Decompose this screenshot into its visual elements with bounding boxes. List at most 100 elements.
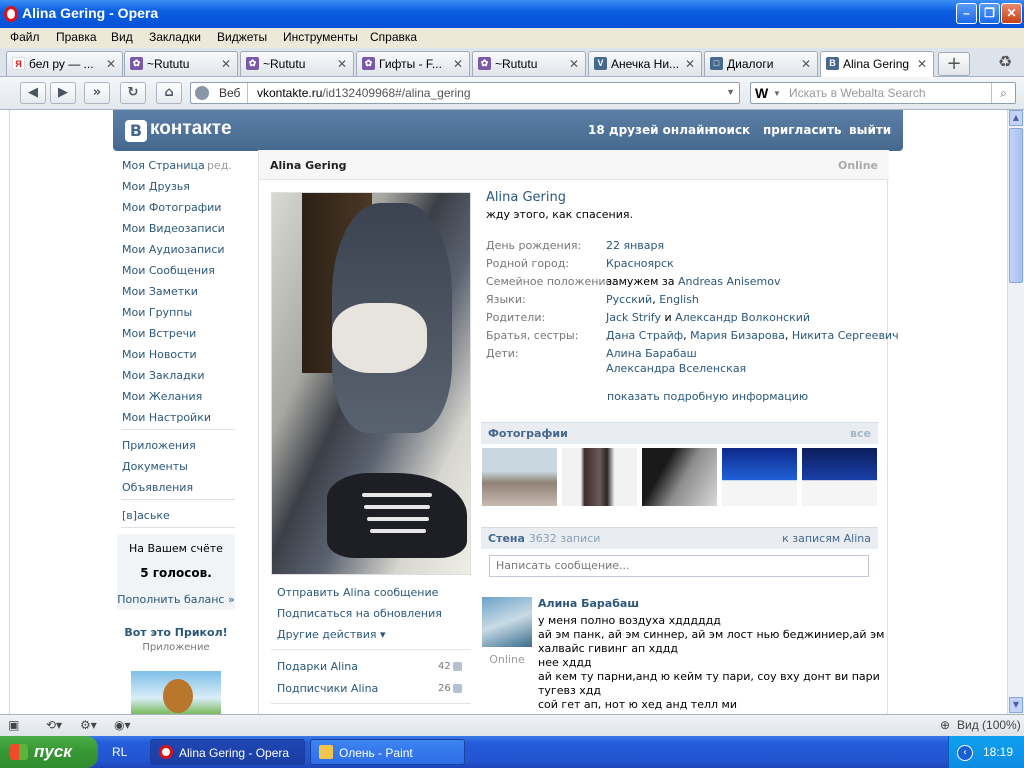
tab-close-icon[interactable]: ✕	[917, 57, 927, 71]
webalta-icon[interactable]: W	[755, 85, 768, 101]
parent-2[interactable]: Александр Волконский	[675, 311, 810, 324]
vertical-scrollbar[interactable]: ▲ ▼	[1007, 110, 1024, 714]
sync-icon[interactable]: ⟲▾	[46, 718, 62, 732]
language-russian[interactable]: Русский	[606, 293, 652, 306]
menu-edit-link[interactable]: ред.	[207, 159, 232, 172]
menu-my-messages[interactable]: Мои Сообщения	[122, 264, 215, 277]
trash-icon[interactable]: ♻	[994, 52, 1016, 74]
photo-thumb[interactable]	[802, 448, 877, 506]
sibling-2[interactable]: Мария Бизарова	[690, 329, 785, 342]
menu-tools[interactable]: Инструменты	[283, 30, 358, 44]
start-button[interactable]: пуск	[0, 736, 98, 768]
profile-status[interactable]: жду этого, как спасения.	[486, 208, 633, 221]
vk-logo-icon[interactable]: B	[125, 120, 147, 142]
sibling-3[interactable]: Никита Сергеевич	[792, 329, 899, 342]
menu-widgets[interactable]: Виджеты	[217, 30, 267, 44]
tab-close-icon[interactable]: ✕	[453, 57, 463, 71]
taskbar-item-paint[interactable]: Олень - Paint	[310, 739, 465, 765]
scroll-up-icon[interactable]: ▲	[1009, 110, 1023, 126]
menu-my-photos[interactable]: Мои Фотографии	[122, 201, 221, 214]
photo-thumb[interactable]	[642, 448, 717, 506]
photos-title[interactable]: Фотографии	[488, 427, 568, 440]
menu-view[interactable]: Вид	[111, 30, 133, 44]
info-child-1[interactable]: Алина Барабаш	[606, 347, 697, 360]
menu-my-bookmarks[interactable]: Мои Закладки	[122, 369, 204, 382]
zoom-level[interactable]: Вид (100%)	[957, 718, 1021, 732]
subscribe-link[interactable]: Подписаться на обновления	[277, 607, 442, 620]
address-field[interactable]: Веб vkontakte.ru/id132409968#/alina_geri…	[190, 82, 740, 104]
menu-file[interactable]: Файл	[10, 30, 40, 44]
tab-close-icon[interactable]: ✕	[106, 57, 116, 71]
tab-5[interactable]: ✿ ~Rututu ✕	[472, 51, 586, 76]
fast-forward-button[interactable]: »	[84, 82, 110, 104]
invite-link[interactable]: пригласить	[763, 123, 842, 137]
taskbar-item-opera[interactable]: Alina Gering - Opera	[150, 739, 305, 765]
scroll-down-icon[interactable]: ▼	[1009, 697, 1023, 713]
menu-my-audio[interactable]: Мои Аудиозаписи	[122, 243, 225, 256]
minimize-button[interactable]: –	[956, 3, 977, 24]
tab-close-icon[interactable]: ✕	[685, 57, 695, 71]
menu-vaske[interactable]: [в]аське	[122, 509, 170, 522]
tab-7[interactable]: □ Диалоги ✕	[704, 51, 818, 76]
back-button[interactable]: ◀	[20, 82, 46, 104]
tray-arrow-icon[interactable]: ‹	[957, 745, 973, 761]
search-link[interactable]: поиск	[710, 123, 750, 137]
menu-my-page[interactable]: Моя Страница	[122, 159, 205, 172]
tab-close-icon[interactable]: ✕	[801, 57, 811, 71]
info-hometown[interactable]: Красноярск	[606, 257, 674, 270]
profile-photo[interactable]	[271, 192, 471, 575]
menu-my-friends[interactable]: Мои Друзья	[122, 180, 190, 193]
tab-8-active[interactable]: B Alina Gering ✕	[820, 51, 934, 77]
tab-2[interactable]: ✿ ~Rututu ✕	[124, 51, 238, 76]
menu-my-settings[interactable]: Мои Настройки	[122, 411, 211, 424]
tab-close-icon[interactable]: ✕	[221, 57, 231, 71]
scrollbar-thumb[interactable]	[1009, 128, 1023, 283]
maximize-button[interactable]: ❐	[979, 3, 1000, 24]
engine-dropdown-icon[interactable]: ▼	[773, 89, 781, 98]
logout-link[interactable]: выйти	[849, 123, 891, 137]
post-avatar[interactable]	[482, 597, 532, 647]
forward-button[interactable]: ▶	[50, 82, 76, 104]
panel-toggle-icon[interactable]: ▣	[8, 718, 19, 732]
menu-my-groups[interactable]: Мои Группы	[122, 306, 192, 319]
post-author[interactable]: Алина Барабаш	[538, 597, 639, 610]
unite-icon[interactable]: ⚙▾	[80, 718, 97, 732]
menu-my-wishes[interactable]: Мои Желания	[122, 390, 202, 403]
photos-all-link[interactable]: все	[850, 427, 871, 440]
menu-help[interactable]: Справка	[370, 30, 417, 44]
menu-bookmarks[interactable]: Закладки	[149, 30, 201, 44]
menu-my-events[interactable]: Мои Встречи	[122, 327, 196, 340]
show-more-info-link[interactable]: показать подробную информацию	[607, 390, 808, 403]
reload-button[interactable]: ↻	[120, 82, 146, 104]
top-up-link[interactable]: Пополнить баланс »	[117, 593, 235, 606]
photo-thumb[interactable]	[482, 448, 557, 506]
promo-image[interactable]	[131, 671, 221, 714]
menu-edit[interactable]: Правка	[56, 30, 97, 44]
menu-applications[interactable]: Приложения	[122, 439, 196, 452]
friends-online-link[interactable]: 18 друзей онлайн	[588, 123, 713, 137]
vk-logo-text[interactable]: контакте	[150, 118, 232, 140]
language-indicator[interactable]: RL	[112, 745, 127, 759]
photo-thumb[interactable]	[722, 448, 797, 506]
tab-1[interactable]: Я бел ру — ... ✕	[6, 51, 123, 76]
language-english[interactable]: English	[659, 293, 699, 306]
tab-6[interactable]: V Анечка Ни... ✕	[588, 51, 702, 76]
tab-close-icon[interactable]: ✕	[337, 57, 347, 71]
wall-records-link[interactable]: к записям Alina	[782, 532, 871, 545]
info-child-2[interactable]: Александра Вселенская	[606, 362, 746, 375]
chevron-down-icon[interactable]: ▼	[726, 87, 735, 97]
menu-documents[interactable]: Документы	[122, 460, 188, 473]
home-button[interactable]: ⌂	[156, 82, 182, 104]
other-actions-link[interactable]: Другие действия ▾	[277, 628, 386, 641]
info-birthday[interactable]: 22 января	[606, 239, 664, 252]
address-url[interactable]: vkontakte.ru/id132409968#/alina_gering	[257, 86, 471, 100]
tab-3[interactable]: ✿ ~Rututu ✕	[240, 51, 354, 76]
close-button[interactable]: ✕	[1001, 3, 1022, 24]
send-message-link[interactable]: Отправить Alina сообщение	[277, 586, 438, 599]
menu-ads[interactable]: Объявления	[122, 481, 193, 494]
new-tab-button[interactable]: +	[938, 52, 970, 76]
gifts-link[interactable]: Подарки Alina	[277, 660, 358, 673]
wall-title-text[interactable]: Стена	[488, 532, 525, 545]
tab-close-icon[interactable]: ✕	[569, 57, 579, 71]
partner-link[interactable]: Andreas Anisemov	[678, 275, 781, 288]
